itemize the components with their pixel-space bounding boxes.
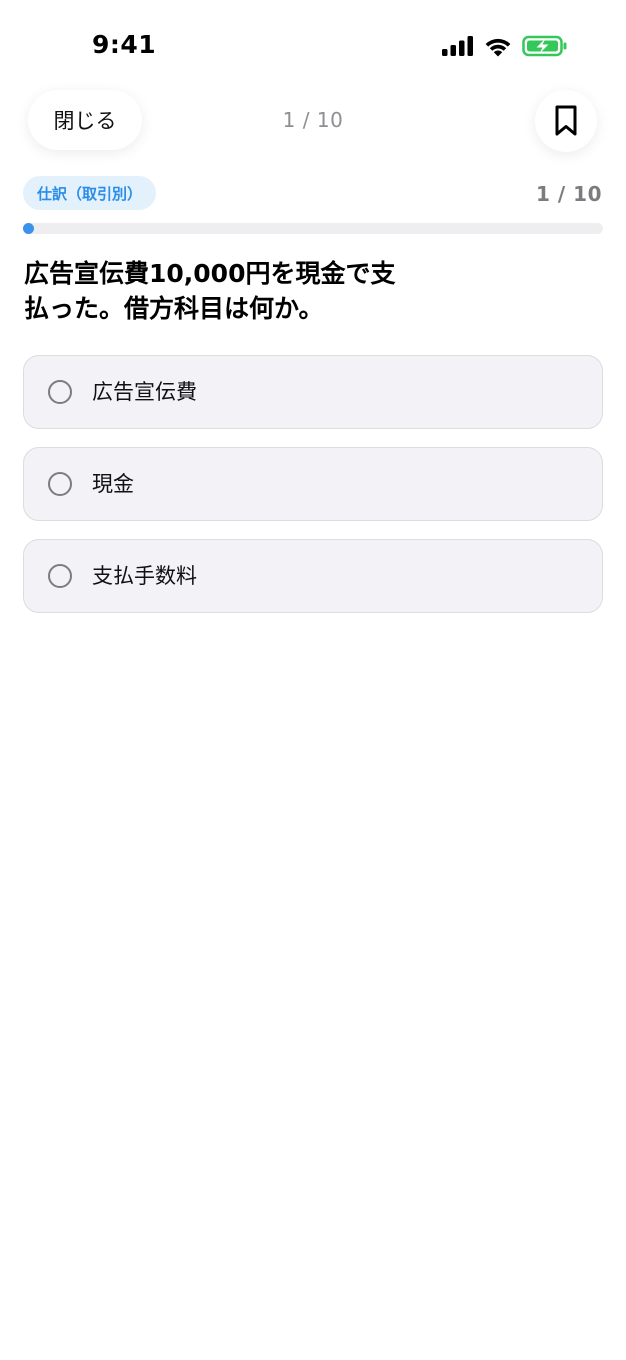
bookmark-button[interactable] (535, 90, 597, 152)
wifi-icon (485, 38, 511, 56)
status-icons (442, 34, 568, 58)
status-bar: 9:41 (0, 0, 626, 92)
close-button[interactable]: 閉じる (28, 90, 142, 150)
status-time: 9:41 (92, 30, 157, 59)
bookmark-icon (555, 105, 577, 136)
answer-option-2[interactable]: 現金 (23, 447, 603, 521)
answer-option-label: 現金 (92, 472, 134, 496)
radio-button-icon (48, 472, 72, 496)
answer-option-label: 支払手数料 (92, 564, 197, 588)
progress-bar (23, 223, 603, 234)
answer-option-1[interactable]: 広告宣伝費 (23, 355, 603, 429)
answer-option-label: 広告宣伝費 (92, 380, 197, 404)
answer-option-3[interactable]: 支払手数料 (23, 539, 603, 613)
question-text: 広告宣伝費10,000円を現金で支払った。借方科目は何か。 (24, 259, 396, 323)
battery-charging-icon (522, 35, 567, 57)
question-counter: 1 / 10 (536, 182, 602, 206)
answer-options: 広告宣伝費 現金 支払手数料 (23, 355, 603, 631)
progress-bar-fill (23, 223, 34, 234)
radio-button-icon (48, 380, 72, 404)
category-badge: 仕訳（取引別） (23, 176, 157, 210)
radio-button-icon (48, 564, 72, 588)
nav-progress-indicator: 1 / 10 (282, 108, 344, 132)
cellular-signal-icon (442, 36, 473, 56)
